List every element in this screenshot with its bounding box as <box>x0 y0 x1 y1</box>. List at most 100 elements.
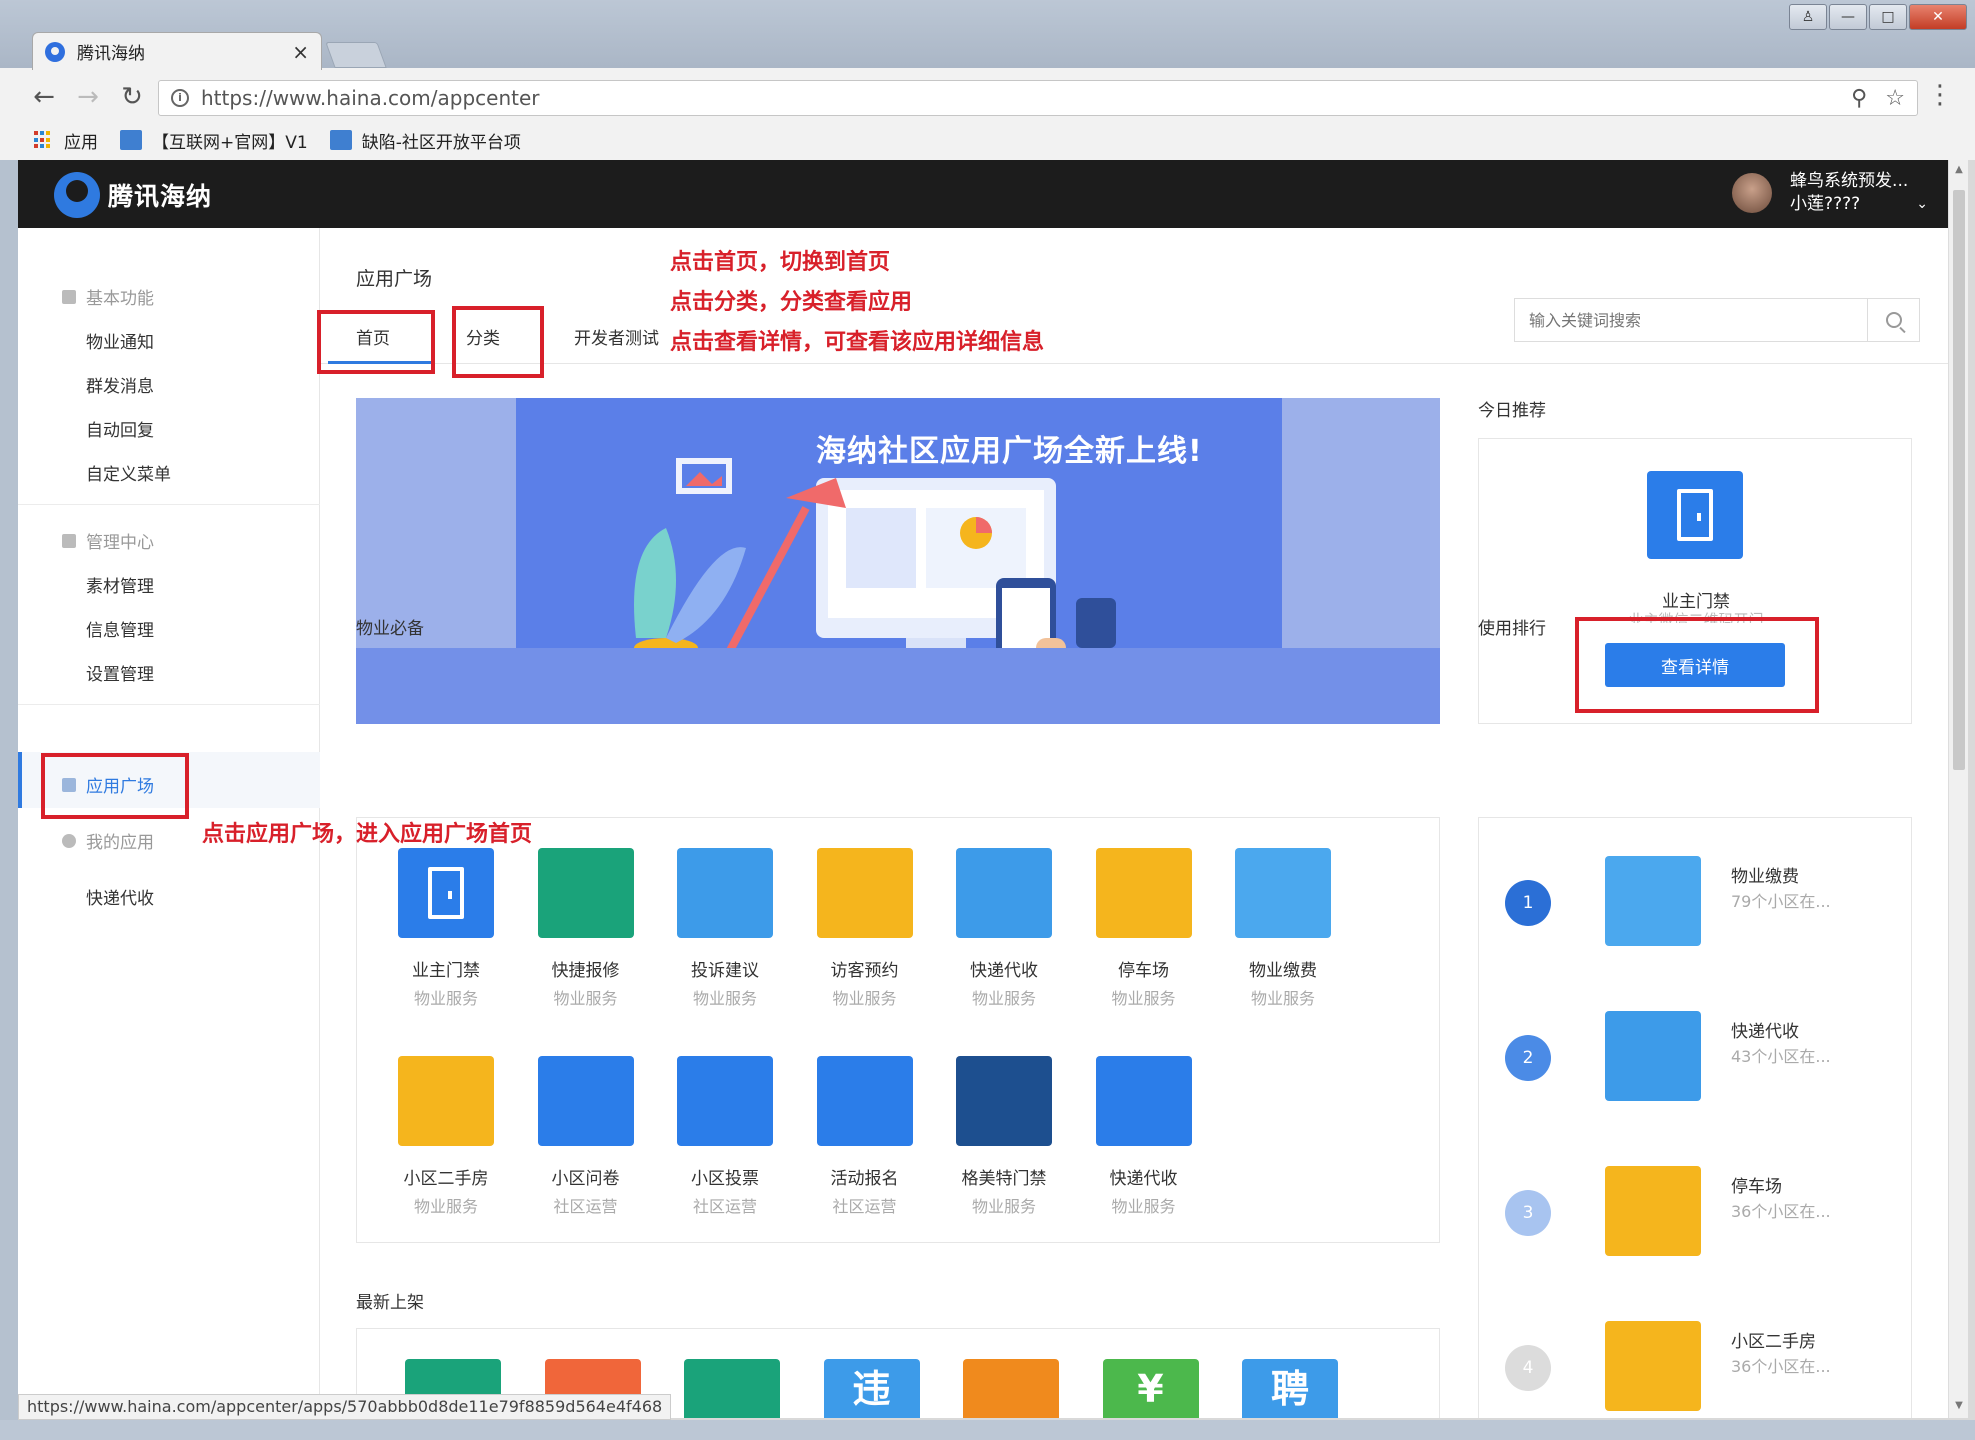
maximize-icon[interactable]: □ <box>1869 4 1907 30</box>
ranking-app-icon[interactable] <box>1605 856 1701 946</box>
app-tile[interactable]: 小区二手房 物业服务 <box>376 1056 516 1217</box>
bookmark-defects[interactable]: 缺陷-社区开放平台项 <box>329 128 521 153</box>
sidebar-item-materials[interactable]: 素材管理 <box>86 572 154 597</box>
forward-arrow-icon[interactable]: → <box>66 82 110 112</box>
sidebar-item-broadcast[interactable]: 群发消息 <box>86 372 154 397</box>
new-tab-button[interactable] <box>325 42 387 68</box>
app-tile[interactable]: 格美特门禁 物业服务 <box>934 1056 1074 1217</box>
new-app-icon[interactable]: ¥ <box>1102 1359 1199 1418</box>
app-category: 物业服务 <box>971 989 1036 1008</box>
app-icon[interactable] <box>1235 848 1331 938</box>
app-icon[interactable] <box>677 1056 773 1146</box>
tab-title: 腾讯海纳 <box>77 44 145 64</box>
url-text[interactable]: https://www.haina.com/appcenter <box>201 86 1833 110</box>
door-icon[interactable] <box>1647 471 1743 559</box>
app-name: 活动报名 <box>830 1169 899 1189</box>
close-window-icon[interactable]: ✕ <box>1909 4 1967 30</box>
page-header: 腾讯海纳 蜂鸟系统预发... 小莲???? ⌄ <box>18 160 1948 228</box>
sidebar-item-autoreply[interactable]: 自动回复 <box>86 416 154 441</box>
ranking-app-icon[interactable] <box>1605 1321 1701 1411</box>
bookmark-star-icon[interactable]: ☆ <box>1885 86 1905 111</box>
app-tile[interactable]: 访客预约 物业服务 <box>795 848 935 1009</box>
window-border <box>0 160 18 1420</box>
bookmark-apps[interactable]: 应用 <box>64 128 98 153</box>
ranking-row[interactable]: 3 停车场 36个小区在... <box>1479 1158 1913 1258</box>
new-app-icon[interactable]: 聘 <box>1242 1359 1338 1418</box>
scrollbar-thumb[interactable] <box>1953 190 1965 770</box>
search-input[interactable] <box>1515 300 1867 340</box>
back-arrow-icon[interactable]: ← <box>22 82 66 112</box>
tab-developer-test[interactable]: 开发者测试 <box>574 324 659 349</box>
site-logo[interactable]: 腾讯海纳 <box>54 172 212 218</box>
main-content: 应用广场 首页 分类 开发者测试 海纳社区应用广场全新上线! <box>320 228 1948 1418</box>
app-tile[interactable]: 快递代收 物业服务 <box>1074 1056 1214 1217</box>
app-tile[interactable]: 物业缴费 物业服务 <box>1213 848 1353 1009</box>
app-icon[interactable] <box>1095 848 1192 938</box>
new-app-icon[interactable] <box>963 1359 1059 1418</box>
banner-desk <box>356 648 1440 724</box>
user-name: 小莲???? <box>1790 194 1861 214</box>
app-icon[interactable] <box>816 1056 913 1146</box>
app-tile[interactable]: 业主门禁 物业服务 <box>376 848 516 1009</box>
search-box[interactable] <box>1514 298 1920 342</box>
apps-grid-icon[interactable] <box>34 131 52 149</box>
chevron-down-icon[interactable]: ⌄ <box>1916 196 1928 212</box>
app-icon[interactable] <box>398 848 494 938</box>
tab-close-icon[interactable]: × <box>292 40 309 64</box>
sidebar-item-notice[interactable]: 物业通知 <box>86 328 154 353</box>
app-icon[interactable] <box>537 1056 634 1146</box>
app-tile[interactable]: 快捷报修 物业服务 <box>516 848 656 1009</box>
app-icon[interactable] <box>1095 1056 1192 1146</box>
app-icon[interactable] <box>956 1056 1052 1146</box>
app-tile[interactable]: 小区投票 社区运营 <box>655 1056 795 1217</box>
section-new-title: 最新上架 <box>356 1293 424 1313</box>
new-app-icon[interactable] <box>684 1359 780 1418</box>
search-button[interactable] <box>1867 299 1919 341</box>
address-bar[interactable]: i https://www.haina.com/appcenter ⚲ ☆ <box>158 80 1918 116</box>
app-icon[interactable] <box>956 848 1052 938</box>
app-icon[interactable] <box>816 848 913 938</box>
browser-menu-icon[interactable]: ⋮ <box>1927 80 1953 110</box>
bookmark-favicon-icon <box>120 130 142 150</box>
scroll-up-icon[interactable]: ▲ <box>1949 164 1969 175</box>
logo-icon <box>54 172 100 218</box>
ranking-row[interactable]: 1 物业缴费 79个小区在... <box>1479 848 1913 948</box>
avatar[interactable] <box>1732 173 1773 213</box>
site-info-icon[interactable]: i <box>171 89 189 107</box>
ranking-app-icon[interactable] <box>1605 1011 1701 1101</box>
zoom-icon[interactable]: ⚲ <box>1851 86 1867 111</box>
app-icon[interactable] <box>398 1056 494 1146</box>
sidebar-item-settings[interactable]: 设置管理 <box>86 660 154 685</box>
sidebar-item-express[interactable]: 快递代收 <box>86 884 154 909</box>
bookmark-official-site[interactable]: 【互联网+官网】V1 <box>120 128 308 153</box>
user-menu[interactable]: 蜂鸟系统预发... 小莲???? ⌄ <box>1732 170 1928 216</box>
user-profile-icon[interactable]: ♙ <box>1789 4 1827 30</box>
app-name: 小区问卷 <box>551 1169 620 1189</box>
app-tile[interactable]: 活动报名 社区运营 <box>795 1056 935 1217</box>
annotation-text-category: 点击分类，分类查看应用 <box>670 290 913 315</box>
app-tile[interactable]: 小区问卷 社区运营 <box>516 1056 656 1217</box>
app-name: 小区投票 <box>691 1169 759 1189</box>
app-tile[interactable]: 停车场 物业服务 <box>1074 848 1214 1009</box>
status-bar-url: https://www.haina.com/appcenter/apps/570… <box>18 1394 672 1420</box>
ranking-app-icon[interactable] <box>1605 1166 1701 1256</box>
app-tile[interactable]: 投诉建议 物业服务 <box>655 848 795 1009</box>
ranking-row[interactable]: 2 快递代收 43个小区在... <box>1479 1003 1913 1103</box>
bookmark-favicon-icon <box>329 130 352 150</box>
app-category: 社区运营 <box>553 1197 618 1216</box>
sidebar-item-info[interactable]: 信息管理 <box>86 616 154 641</box>
sidebar-item-custom-menu[interactable]: 自定义菜单 <box>86 460 171 485</box>
scroll-down-icon[interactable]: ▼ <box>1949 1400 1969 1411</box>
reload-icon[interactable]: ↻ <box>110 82 154 112</box>
promo-banner[interactable]: 海纳社区应用广场全新上线! <box>356 398 1440 724</box>
ranking-row[interactable]: 4 小区二手房 36个小区在... <box>1479 1313 1913 1413</box>
app-icon[interactable] <box>677 848 773 938</box>
app-tile[interactable]: 快递代收 物业服务 <box>934 848 1074 1009</box>
app-icon[interactable] <box>537 848 634 938</box>
page-scrollbar[interactable]: ▲ ▼ <box>1948 160 1968 1418</box>
new-app-icon[interactable]: 违 <box>823 1359 920 1418</box>
browser-tab[interactable]: 腾讯海纳 × <box>32 32 322 70</box>
annotation-box-details <box>1575 617 1819 713</box>
app-category: 社区运营 <box>692 1197 757 1216</box>
minimize-icon[interactable]: — <box>1829 4 1867 30</box>
